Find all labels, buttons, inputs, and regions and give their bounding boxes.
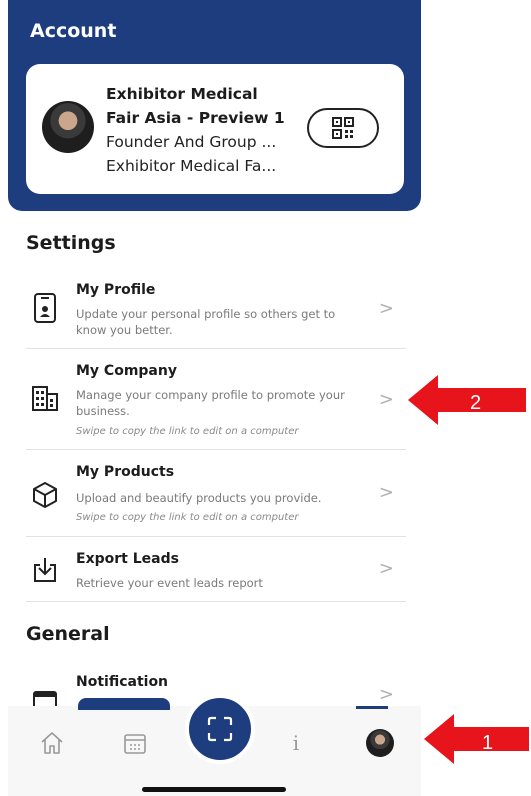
building-icon (30, 383, 60, 413)
page-title: Account (30, 20, 117, 42)
qr-code-icon (332, 117, 354, 139)
settings-item-title: My Products (76, 464, 175, 480)
avatar (42, 101, 94, 153)
annotation-arrow-1: 1 (424, 714, 529, 764)
settings-item-my-profile[interactable]: My Profile Update your personal profile … (26, 268, 406, 349)
tab-highlight (78, 698, 170, 710)
scan-icon (207, 716, 233, 742)
download-icon (30, 555, 60, 585)
annotation-label-2: 2 (470, 392, 481, 414)
bottom-tab-bar: i (8, 694, 421, 796)
settings-title: Settings (26, 232, 116, 254)
settings-item-desc: Manage your company profile to promote y… (76, 388, 345, 418)
settings-item-my-company[interactable]: My Company Manage your company profile t… (26, 349, 406, 450)
profile-name-line1: Exhibitor Medical (106, 85, 258, 103)
chevron-right-icon: > (378, 558, 394, 579)
profile-company: Exhibitor Medical Fa... (106, 157, 277, 175)
annotation-arrow-2: 2 (408, 375, 526, 425)
scan-button[interactable] (185, 694, 255, 764)
active-tab-indicator (356, 706, 388, 709)
phone-screen: Account Exhibitor Medical Fair Asia - Pr… (8, 0, 421, 796)
settings-item-title: My Company (76, 363, 177, 379)
settings-item-hint: Swipe to copy the link to edit on a comp… (76, 512, 299, 523)
settings-item-title: My Profile (76, 282, 156, 298)
settings-item-desc: Retrieve your event leads report (76, 576, 263, 590)
chevron-right-icon: > (378, 389, 394, 410)
qr-code-button[interactable] (307, 108, 379, 148)
profile-info: Exhibitor Medical Fair Asia - Preview 1 … (106, 82, 306, 178)
settings-item-desc: Upload and beautify products you provide… (76, 491, 322, 505)
chevron-right-icon: > (378, 482, 394, 503)
info-icon[interactable]: i (281, 728, 311, 758)
id-badge-icon (30, 293, 60, 323)
tab-account[interactable] (365, 728, 395, 758)
avatar (366, 729, 394, 757)
box-icon (30, 480, 60, 510)
chevron-right-icon: > (378, 684, 394, 705)
profile-card[interactable]: Exhibitor Medical Fair Asia - Preview 1 … (26, 64, 404, 194)
settings-item-title: Export Leads (76, 551, 179, 567)
home-indicator (142, 787, 286, 792)
settings-item-my-products[interactable]: My Products Upload and beautify products… (26, 450, 406, 537)
settings-item-title: Notification (76, 674, 169, 690)
settings-item-hint: Swipe to copy the link to edit on a comp… (76, 426, 299, 437)
chevron-right-icon: > (378, 298, 394, 319)
account-header: Account Exhibitor Medical Fair Asia - Pr… (8, 0, 421, 211)
annotation-label-1: 1 (482, 732, 493, 754)
settings-item-desc: Update your personal profile so others g… (76, 307, 336, 337)
calendar-icon (124, 734, 146, 754)
profile-role: Founder And Group ... (106, 133, 277, 151)
tab-calendar[interactable] (120, 728, 150, 758)
general-title: General (26, 623, 110, 645)
settings-item-export-leads[interactable]: Export Leads Retrieve your event leads r… (26, 537, 406, 602)
profile-name-line2: Fair Asia - Preview 1 (106, 109, 285, 127)
home-icon (41, 732, 63, 754)
tab-home[interactable] (37, 728, 67, 758)
